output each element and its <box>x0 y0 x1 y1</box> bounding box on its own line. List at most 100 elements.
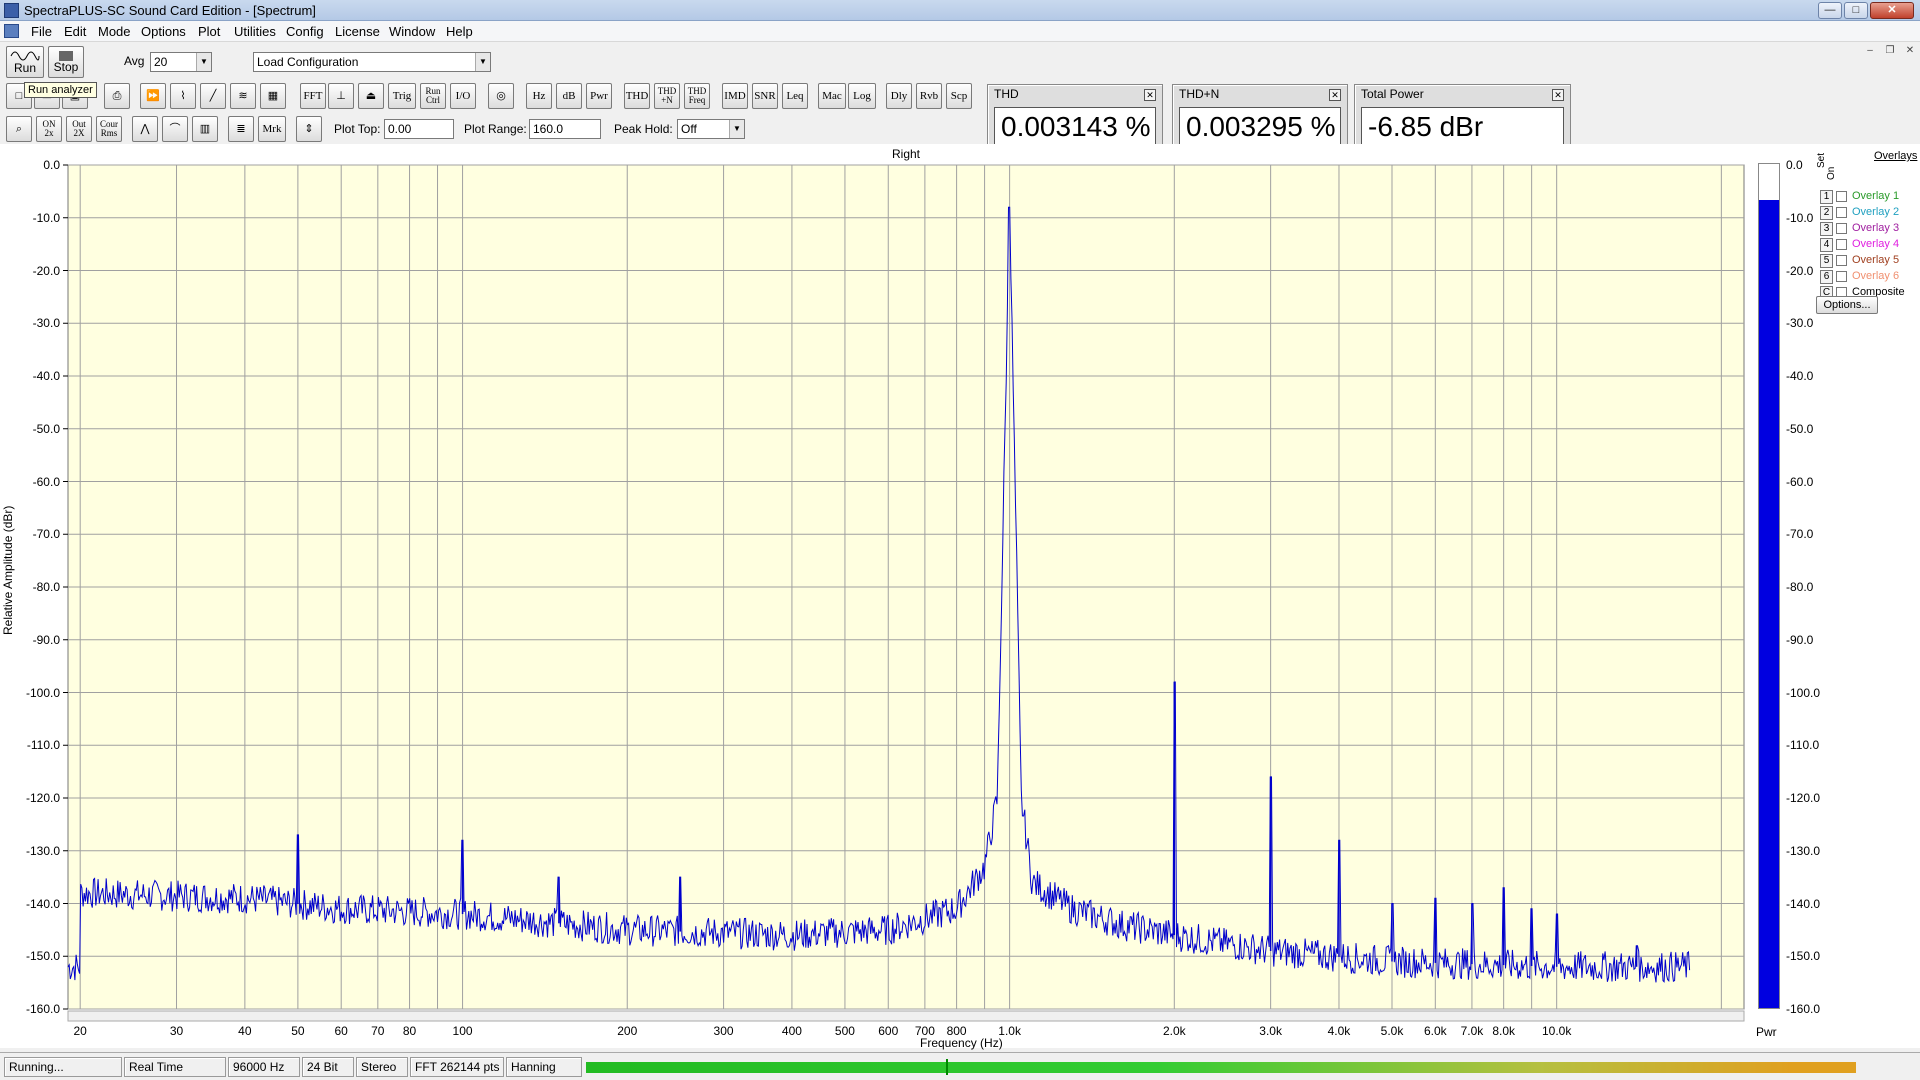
range-icon[interactable]: ⇕ <box>296 116 322 142</box>
fft-button[interactable]: FFT <box>300 83 326 109</box>
config-select[interactable]: Load Configuration ▼ <box>253 52 491 72</box>
overlay-options-button[interactable]: Options... <box>1816 296 1878 314</box>
avg-value: 20 <box>154 55 168 69</box>
close-icon[interactable]: ✕ <box>1552 89 1564 101</box>
x-tick-label: 6.0k <box>1423 1024 1447 1038</box>
horizontal-scrollbar <box>67 1010 1745 1022</box>
close-button[interactable]: ✕ <box>1870 2 1914 19</box>
menu-options[interactable]: Options <box>141 24 186 39</box>
mdi-minimize-button[interactable]: – <box>1862 45 1878 59</box>
scp-button[interactable]: Scp <box>946 83 972 109</box>
spectrum-chart[interactable] <box>0 144 1920 1048</box>
thd-button[interactable]: THD <box>624 83 650 109</box>
fast-forward-icon[interactable]: ⏩ <box>140 83 166 109</box>
meter-tick-label: -150.0 <box>1786 949 1821 964</box>
thd-meter-title: THD <box>994 87 1019 101</box>
x-tick-label: 40 <box>238 1024 252 1038</box>
menu-plot[interactable]: Plot <box>198 24 220 39</box>
total-power-meter-value: -6.85 dBr <box>1361 107 1564 147</box>
waterfall-icon[interactable]: ≋ <box>230 83 256 109</box>
menu-file[interactable]: File <box>31 24 52 39</box>
imd-button[interactable]: IMD <box>722 83 748 109</box>
spectrum-view-icon[interactable]: ⌇ <box>170 83 196 109</box>
overlay-name: Overlay 4 <box>1852 238 1900 250</box>
app-icon[interactable] <box>4 3 19 18</box>
3d-plot-icon[interactable]: ▦ <box>260 83 286 109</box>
rvb-button[interactable]: Rvb <box>916 83 942 109</box>
plot-top-input[interactable]: 0.00 <box>384 119 454 139</box>
overlay-checkbox[interactable] <box>1836 239 1847 250</box>
menu-mode[interactable]: Mode <box>98 24 131 39</box>
io-button[interactable]: I/O <box>450 83 476 109</box>
overlay-checkbox[interactable] <box>1836 191 1847 202</box>
mac-button[interactable]: Mac <box>818 83 846 109</box>
cursor-rms-button[interactable]: Cour Rms <box>96 116 122 142</box>
pwr-button[interactable]: Pwr <box>586 83 612 109</box>
trig-button[interactable]: Trig <box>388 83 416 109</box>
plot-range-input[interactable]: 160.0 <box>529 119 601 139</box>
hz-button[interactable]: Hz <box>526 83 552 109</box>
slope-icon[interactable]: ╱ <box>200 83 226 109</box>
meter-tick-label: -140.0 <box>1786 896 1821 911</box>
close-icon[interactable]: ✕ <box>1144 89 1156 101</box>
chevron-down-icon[interactable]: ▼ <box>475 53 490 71</box>
bar-plot-icon[interactable]: ▥ <box>192 116 218 142</box>
chevron-down-icon[interactable]: ▼ <box>196 53 211 71</box>
overlay-checkbox[interactable] <box>1836 223 1847 234</box>
maximize-button[interactable]: □ <box>1844 2 1868 19</box>
minimize-button[interactable]: — <box>1818 2 1842 19</box>
thd-n-button[interactable]: THD +N <box>654 83 680 109</box>
thd-freq-button[interactable]: THD Freq <box>684 83 710 109</box>
overlay-set-button[interactable]: 3 <box>1820 222 1833 236</box>
zoom-in-2x-button[interactable]: ON 2x <box>36 116 62 142</box>
line-plot-icon[interactable]: ⌒ <box>162 116 188 142</box>
generator-icon[interactable]: ◎ <box>488 83 514 109</box>
overlay-checkbox[interactable] <box>1836 207 1847 218</box>
y-tick-label: -30.0 <box>32 316 60 331</box>
close-icon[interactable]: ✕ <box>1329 89 1341 101</box>
scale-icon[interactable]: ⊥ <box>328 83 354 109</box>
mdi-close-button[interactable]: ✕ <box>1902 45 1918 59</box>
status-state: Running... <box>4 1057 122 1077</box>
print-icon[interactable]: ⎙ <box>104 83 130 109</box>
status-mode: Real Time <box>124 1057 226 1077</box>
chevron-down-icon[interactable]: ▼ <box>729 120 744 138</box>
list-icon[interactable]: ≣ <box>228 116 254 142</box>
overlay-checkbox[interactable] <box>1836 271 1847 282</box>
menu-config[interactable]: Config <box>286 24 324 39</box>
db-button[interactable]: dB <box>556 83 582 109</box>
menu-help[interactable]: Help <box>446 24 473 39</box>
dly-button[interactable]: Dly <box>886 83 912 109</box>
menu-license[interactable]: License <box>335 24 380 39</box>
document-icon[interactable] <box>4 24 19 38</box>
mdi-restore-button[interactable]: ❐ <box>1882 45 1898 59</box>
menu-window[interactable]: Window <box>389 24 435 39</box>
log-button[interactable]: Log <box>848 83 876 109</box>
zoom-icon[interactable]: ⌕ <box>6 116 32 142</box>
overlay-name: Overlay 1 <box>1852 190 1900 202</box>
peak-hold-select[interactable]: Off ▼ <box>677 119 745 139</box>
meter-tick-label: -160.0 <box>1786 1002 1821 1016</box>
filter-icon[interactable]: ⏏ <box>358 83 384 109</box>
snr-button[interactable]: SNR <box>752 83 778 109</box>
run-button[interactable]: Run <box>6 46 44 78</box>
zoom-out-2x-button[interactable]: Out 2X <box>66 116 92 142</box>
y-tick-label: -70.0 <box>32 527 60 542</box>
menu-edit[interactable]: Edit <box>64 24 86 39</box>
overlay-set-button[interactable]: 5 <box>1820 254 1833 268</box>
overlay-set-button[interactable]: 1 <box>1820 190 1833 204</box>
meter-tick-label: -30.0 <box>1786 316 1814 331</box>
marker-button[interactable]: Mrk <box>258 116 286 142</box>
overlay-set-button[interactable]: 4 <box>1820 238 1833 252</box>
x-tick-label: 600 <box>878 1024 899 1038</box>
peak-icon[interactable]: ⋀ <box>132 116 158 142</box>
menu-utilities[interactable]: Utilities <box>234 24 276 39</box>
run-ctrl-button[interactable]: Run Ctrl <box>420 83 446 109</box>
overlay-set-button[interactable]: 6 <box>1820 270 1833 284</box>
avg-select[interactable]: 20 ▼ <box>150 52 212 72</box>
window-title: SpectraPLUS-SC Sound Card Edition - [Spe… <box>24 3 316 18</box>
stop-button[interactable]: Stop <box>48 46 84 78</box>
overlay-checkbox[interactable] <box>1836 255 1847 266</box>
leq-button[interactable]: Leq <box>782 83 808 109</box>
overlay-set-button[interactable]: 2 <box>1820 206 1833 220</box>
